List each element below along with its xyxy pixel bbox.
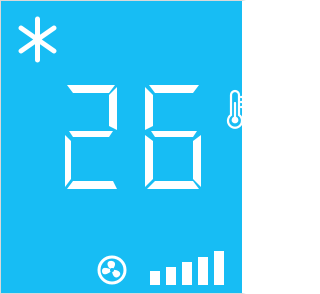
fan-speed-bar: [150, 271, 160, 285]
digit-6-seg-g: [151, 131, 197, 137]
digit-6-seg-f: [145, 87, 153, 130]
fan-speed-bar: [198, 257, 208, 285]
digit-6-seg-c: [193, 135, 201, 187]
snowflake-icon: [18, 16, 57, 63]
digit-6-seg-d: [147, 181, 199, 189]
fan-icon: [97, 255, 127, 285]
fan-speed-bar: [166, 267, 176, 285]
thermometer-icon: [226, 89, 242, 129]
digit-2-seg-b: [109, 87, 117, 130]
digit-6-seg-a: [149, 85, 199, 93]
fan-speed-bar: [182, 262, 192, 285]
fan-speed-bars: [150, 251, 224, 285]
digit-2-seg-d: [67, 181, 117, 189]
digit-2-seg-g: [69, 131, 113, 137]
digit-6-seg-e: [145, 135, 153, 187]
fan-speed-bar: [214, 251, 224, 285]
digit-2-seg-e: [65, 135, 71, 187]
temperature-digits: [65, 85, 201, 189]
thermostat-display: 26: [0, 0, 246, 294]
digit-2-seg-a: [67, 85, 115, 93]
temperature-readout: 26: [61, 83, 211, 193]
